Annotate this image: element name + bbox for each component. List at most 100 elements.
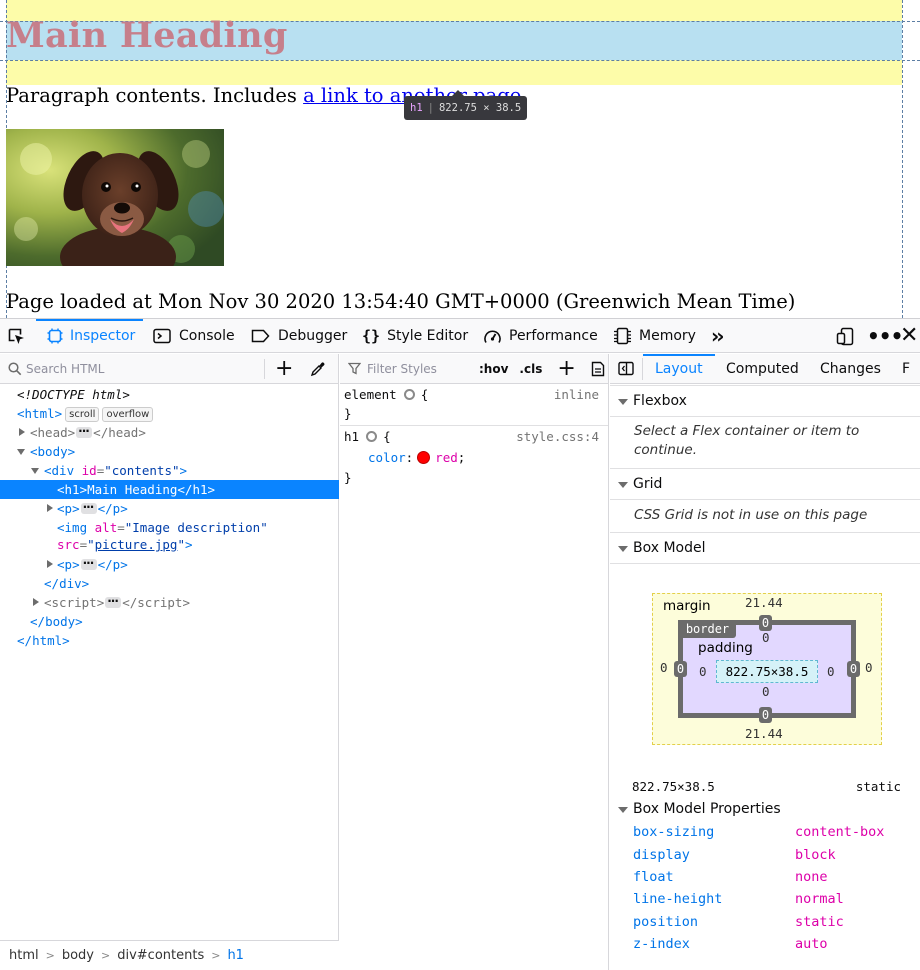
cls-toggle[interactable]: .cls bbox=[519, 362, 542, 376]
element-picker-button[interactable] bbox=[7, 319, 33, 353]
breadcrumb-div-contents[interactable]: div#contents bbox=[117, 948, 204, 963]
tree-node-html-close[interactable]: </html> bbox=[0, 631, 339, 650]
add-node-button[interactable]: + bbox=[275, 357, 293, 380]
close-icon: ✕ bbox=[900, 323, 919, 348]
rules-toolbar: :hov .cls + bbox=[340, 354, 608, 384]
gear-icon bbox=[366, 431, 378, 442]
toggle-3pane-button[interactable] bbox=[618, 361, 634, 379]
tree-node-script[interactable]: <script></script> bbox=[0, 592, 339, 612]
search-icon bbox=[8, 361, 22, 375]
tab-style-editor[interactable]: {} Style Editor bbox=[362, 319, 468, 353]
dock-options-button[interactable] bbox=[836, 319, 861, 353]
box-model-section-header[interactable]: Box Model bbox=[610, 532, 920, 563]
tab-console-label: Console bbox=[179, 328, 235, 344]
tab-debugger[interactable]: Debugger bbox=[251, 319, 347, 353]
collapse-div-icon[interactable] bbox=[31, 468, 39, 474]
border-left-value[interactable]: 0 bbox=[674, 661, 687, 677]
tab-inspector[interactable]: Inspector bbox=[36, 319, 143, 353]
tree-node-h1[interactable]: <h1>Main Heading</h1> bbox=[0, 480, 339, 499]
img-src-link[interactable]: picture.jpg bbox=[95, 537, 178, 552]
rule-h1-declaration[interactable]: color: red; bbox=[368, 448, 604, 468]
inspector-icon bbox=[47, 328, 63, 344]
breadcrumb-h1[interactable]: h1 bbox=[227, 948, 244, 963]
tree-node-body-close[interactable]: </body> bbox=[0, 612, 339, 631]
tree-node-body[interactable]: <body> bbox=[0, 442, 339, 461]
tree-node-div-contents[interactable]: <div id="contents"> bbox=[0, 461, 339, 480]
border-right-value[interactable]: 0 bbox=[847, 661, 860, 677]
expand-script-icon[interactable] bbox=[33, 598, 39, 606]
more-tools-button[interactable]: ›› bbox=[711, 319, 725, 353]
box-model-padding[interactable]: padding 0 0 0 0 822.75×38.5 bbox=[683, 625, 851, 713]
flexbox-message: Select a Flex container or item to conti… bbox=[610, 416, 920, 468]
sidebar-tabbar: Layout Computed Changes F bbox=[610, 354, 920, 384]
padding-top-value[interactable]: 0 bbox=[762, 630, 770, 645]
tree-node-img[interactable]: <img alt="Image description" src="pictur… bbox=[0, 518, 339, 555]
tab-computed[interactable]: Computed bbox=[726, 354, 799, 384]
print-simulation-icon[interactable] bbox=[591, 361, 605, 377]
rules-pane: :hov .cls + element{ inline } h1{ style.… bbox=[340, 354, 609, 970]
breadcrumb-body[interactable]: body bbox=[62, 948, 94, 963]
declaration-property[interactable]: color bbox=[368, 450, 406, 465]
box-model-content-size: 822.75×38.5 bbox=[716, 660, 818, 683]
color-swatch[interactable] bbox=[417, 451, 431, 464]
margin-bottom-value[interactable]: 21.44 bbox=[745, 726, 783, 741]
hov-toggle[interactable]: :hov bbox=[479, 362, 508, 376]
margin-right-value[interactable]: 0 bbox=[865, 660, 873, 675]
expand-p-icon[interactable] bbox=[47, 560, 53, 568]
responsive-design-icon bbox=[836, 327, 854, 345]
rule-element-source[interactable]: inline bbox=[554, 385, 599, 405]
tab-performance[interactable]: Performance bbox=[483, 319, 598, 353]
grid-section-header[interactable]: Grid bbox=[610, 468, 920, 499]
tree-node-p-1[interactable]: <p></p> bbox=[0, 498, 339, 518]
margin-label: margin bbox=[663, 598, 711, 614]
eyedropper-icon[interactable] bbox=[310, 361, 326, 377]
collapsed-children-icon[interactable] bbox=[105, 592, 122, 611]
filter-styles-input[interactable] bbox=[367, 358, 479, 379]
search-html-input[interactable] bbox=[26, 358, 264, 379]
border-top-value[interactable]: 0 bbox=[759, 615, 772, 631]
collapsed-children-icon[interactable] bbox=[80, 498, 97, 517]
toggle-pane-icon bbox=[618, 361, 634, 376]
breadcrumb-html[interactable]: html bbox=[9, 948, 39, 963]
tree-node-html[interactable]: <html> scroll overflow bbox=[0, 404, 339, 423]
style-editor-icon: {} bbox=[362, 327, 381, 345]
margin-top-value[interactable]: 21.44 bbox=[745, 595, 783, 610]
gear-icon bbox=[403, 389, 415, 400]
border-bottom-value[interactable]: 0 bbox=[759, 707, 772, 723]
add-rule-button[interactable]: + bbox=[557, 355, 576, 381]
tree-node-p-2[interactable]: <p></p> bbox=[0, 554, 339, 574]
toolbox-menu-button[interactable]: ••• bbox=[867, 319, 903, 353]
tab-console[interactable]: Console bbox=[153, 319, 235, 353]
collapsed-children-icon[interactable] bbox=[80, 554, 97, 573]
tree-node-head[interactable]: <head></head> bbox=[0, 422, 339, 442]
tab-fonts[interactable]: F bbox=[902, 354, 910, 384]
highlight-guide-right bbox=[902, 0, 903, 318]
page-heading: Main Heading bbox=[6, 15, 288, 56]
padding-bottom-value[interactable]: 0 bbox=[762, 684, 770, 699]
memory-icon bbox=[614, 327, 631, 345]
property-row: display block bbox=[633, 847, 836, 863]
margin-left-value[interactable]: 0 bbox=[660, 660, 668, 675]
collapsed-children-icon[interactable] bbox=[76, 422, 93, 441]
tab-memory[interactable]: Memory bbox=[613, 319, 696, 353]
close-devtools-button[interactable]: ✕ bbox=[900, 319, 918, 353]
rule-h1-selector[interactable]: h1 bbox=[344, 429, 359, 444]
padding-right-value[interactable]: 0 bbox=[827, 664, 835, 679]
flexbox-section-header[interactable]: Flexbox bbox=[610, 385, 920, 416]
plus-icon: + bbox=[557, 355, 576, 381]
overflow-badge[interactable]: overflow bbox=[102, 407, 154, 422]
expand-p-icon[interactable] bbox=[47, 504, 53, 512]
expand-head-icon[interactable] bbox=[19, 428, 25, 436]
tab-layout[interactable]: Layout bbox=[643, 354, 715, 384]
tree-node-div-close[interactable]: </div> bbox=[0, 574, 339, 593]
collapse-body-icon[interactable] bbox=[17, 449, 25, 455]
debugger-icon bbox=[251, 329, 270, 343]
scroll-badge[interactable]: scroll bbox=[65, 407, 100, 422]
padding-left-value[interactable]: 0 bbox=[699, 664, 707, 679]
performance-icon bbox=[484, 329, 501, 343]
tree-node-doctype[interactable]: <!DOCTYPE html> bbox=[0, 385, 339, 404]
rule-h1-source[interactable]: style.css:4 bbox=[516, 427, 599, 447]
devtools-panel: Inspector Console Debugger {} Style Edit… bbox=[0, 318, 920, 970]
declaration-value[interactable]: red bbox=[435, 450, 458, 465]
tab-changes[interactable]: Changes bbox=[820, 354, 881, 384]
